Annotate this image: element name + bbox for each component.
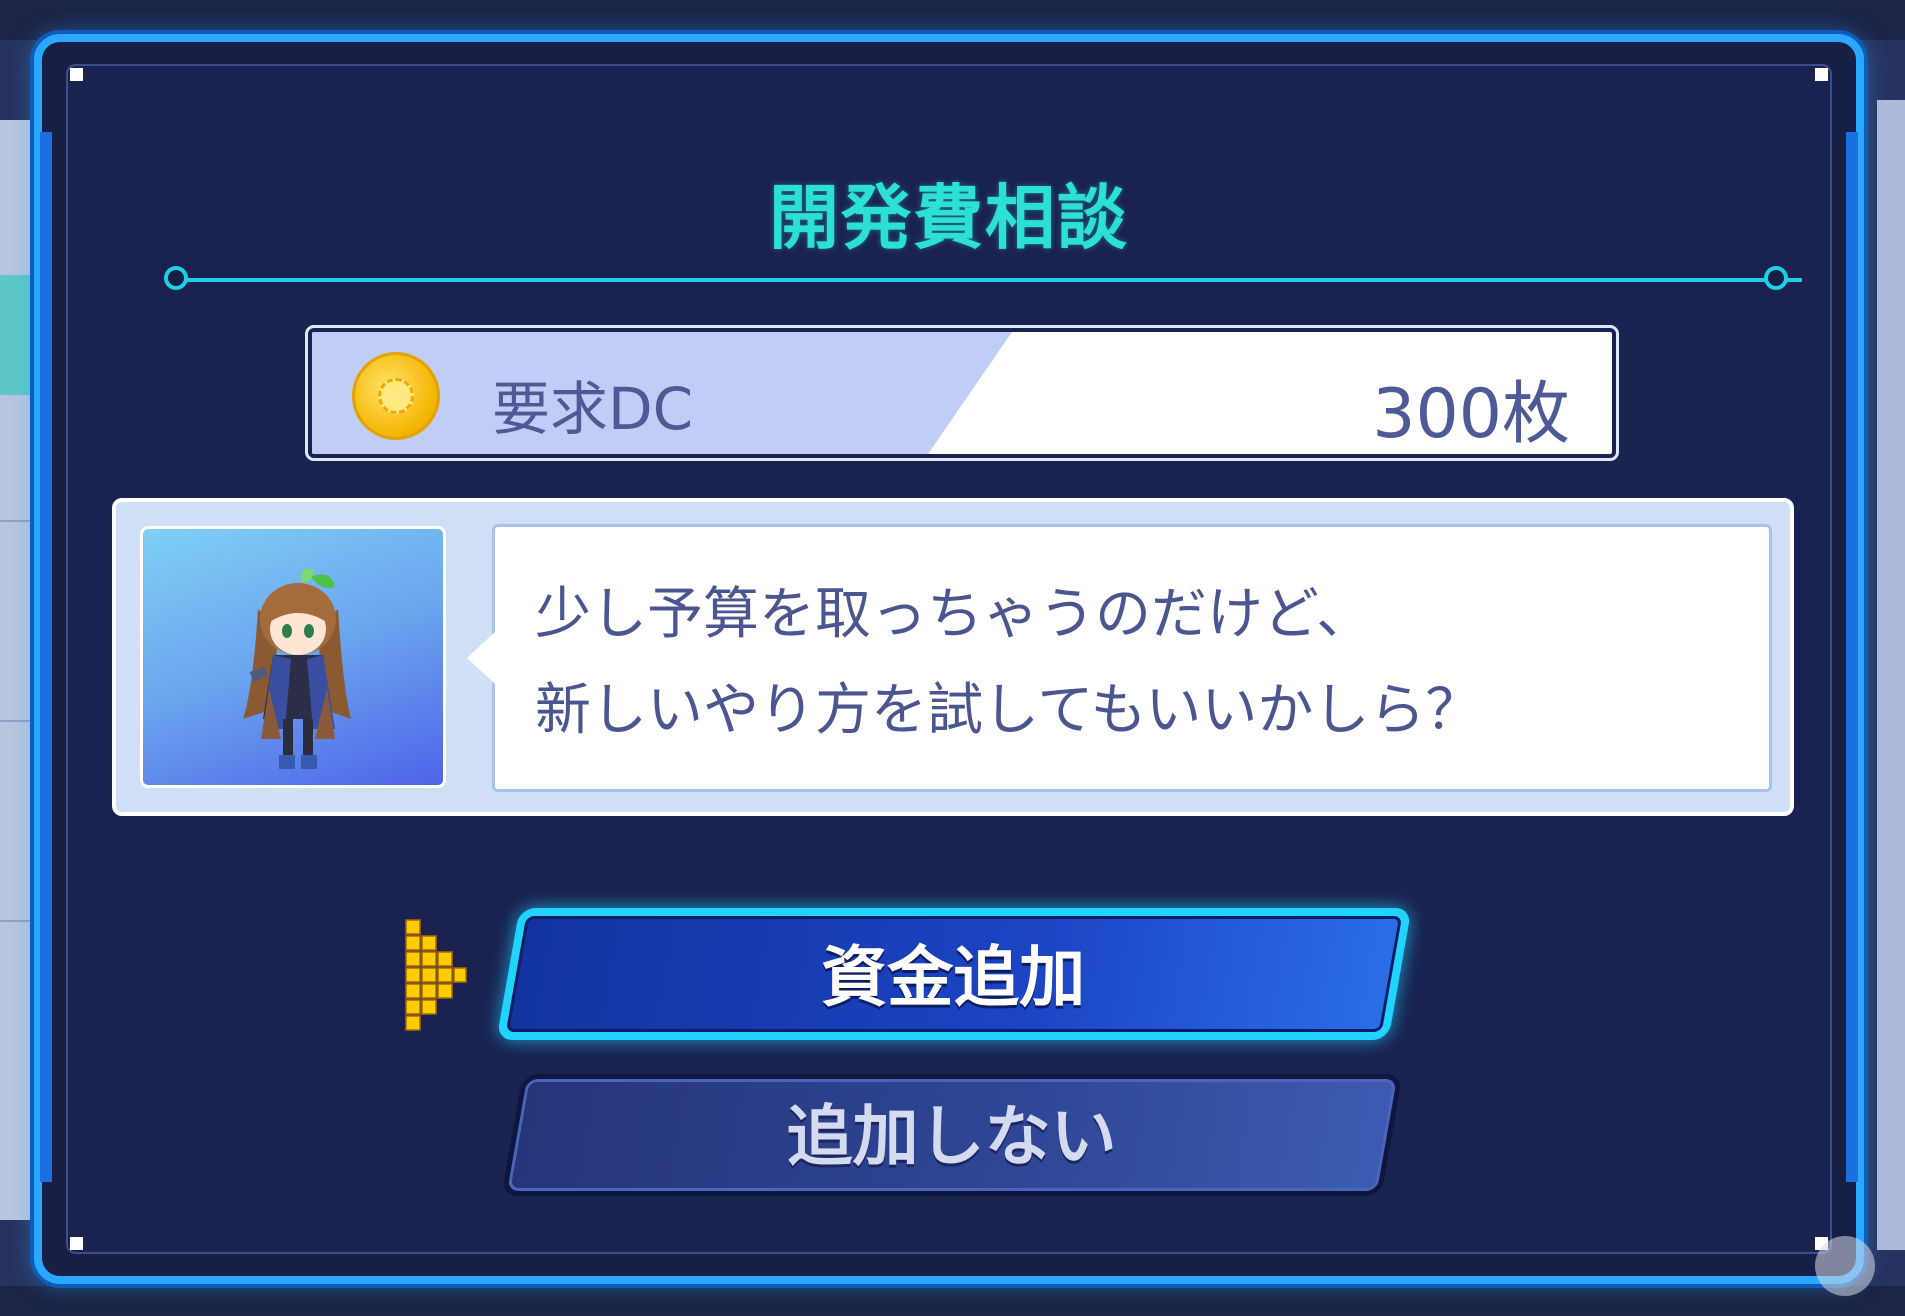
corner-marker bbox=[1815, 68, 1828, 81]
corner-marker bbox=[70, 68, 83, 81]
background-right-panel bbox=[1877, 100, 1905, 1250]
add-funds-button[interactable]: 資金追加 bbox=[496, 908, 1412, 1040]
title-line-node bbox=[1764, 266, 1788, 290]
add-funds-label: 資金追加 bbox=[821, 939, 1086, 1016]
frame-side-bar bbox=[40, 132, 52, 1182]
cost-value: 300枚 bbox=[1372, 375, 1570, 454]
background-bottom-bar bbox=[0, 1286, 1905, 1316]
dialog-title: 開発費相談 bbox=[769, 177, 1129, 259]
message-line: 少し予算を取っちゃうのだけど、 bbox=[535, 582, 1373, 647]
message-panel: 少し予算を取っちゃうのだけど、 新しいやり方を試してもいいかしら？ bbox=[112, 498, 1794, 816]
speech-bubble: 少し予算を取っちゃうのだけど、 新しいやり方を試してもいいかしら？ bbox=[467, 524, 1772, 792]
no-add-label: 追加しない bbox=[786, 1098, 1117, 1175]
title-line-node bbox=[164, 266, 188, 290]
message-line: 新しいやり方を試してもいいかしら？ bbox=[535, 678, 1482, 743]
message-text: 少し予算を取っちゃうのだけど、 新しいやり方を試してもいいかしら？ bbox=[535, 567, 1481, 759]
cost-label: 要求DC bbox=[492, 375, 694, 443]
chibi-girl-portrait bbox=[140, 526, 446, 788]
corner-marker bbox=[70, 1237, 83, 1250]
frame-side-bar bbox=[1846, 132, 1858, 1182]
speech-bubble-tail bbox=[467, 632, 495, 684]
gear-coin-icon bbox=[352, 352, 440, 440]
pixel-arrow-cursor-icon bbox=[405, 919, 467, 1031]
no-add-button[interactable]: 追加しない bbox=[501, 1074, 1403, 1196]
chibi-character-icon bbox=[243, 569, 351, 769]
cost-requirement-bar: 要求DC 300枚 bbox=[305, 325, 1619, 461]
title-underline bbox=[182, 278, 1802, 282]
watermark-logo bbox=[1815, 1236, 1875, 1296]
